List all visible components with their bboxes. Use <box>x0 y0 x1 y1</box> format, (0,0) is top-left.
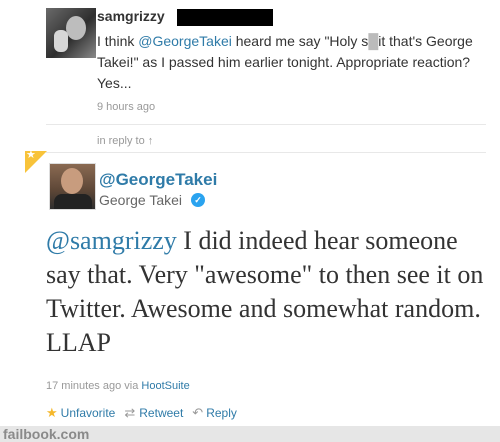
footer-bar: failbook.com <box>0 426 500 442</box>
tweet-text-before: I think <box>97 33 139 49</box>
tweet-time[interactable]: 17 minutes ago <box>46 380 121 392</box>
mention-link[interactable]: @samgrizzy <box>46 226 177 255</box>
unfavorite-label: Unfavorite <box>60 406 116 420</box>
avatar[interactable] <box>46 8 96 58</box>
avatar[interactable] <box>49 163 96 210</box>
screen-name[interactable]: @GeorgeTakei <box>99 170 217 190</box>
reply-icon: ↶ <box>192 405 204 420</box>
avatar-suit <box>54 194 92 209</box>
tweet-text: I think @GeorgeTakei heard me say "Holy … <box>97 31 477 94</box>
divider <box>46 124 486 125</box>
redaction-bar <box>177 9 273 26</box>
full-name: George Takei <box>99 192 183 208</box>
avatar-face <box>66 16 86 40</box>
avatar-head <box>61 168 83 194</box>
timestamp[interactable]: 9 hours ago <box>97 101 155 113</box>
in-reply-to-link[interactable]: in reply to ↑ <box>97 135 153 147</box>
reply-label: Reply <box>206 406 237 420</box>
verified-icon: ✓ <box>191 193 205 207</box>
retweet-label: Retweet <box>139 406 184 420</box>
via-app-link[interactable]: HootSuite <box>141 380 189 392</box>
divider <box>46 152 486 153</box>
retweet-button[interactable]: ⇄ Retweet <box>124 405 183 421</box>
censor-mark: █ <box>368 33 379 49</box>
tweet-actions: ★ Unfavorite ⇄ Retweet ↶ Reply <box>46 405 246 421</box>
tweet-text-mid: heard me say "Holy s <box>231 33 369 49</box>
watermark: failbook.com <box>3 426 90 442</box>
star-icon: ★ <box>46 405 58 420</box>
via-label: via <box>124 380 139 392</box>
original-tweet: samgrizzy I think @GeorgeTakei heard me … <box>0 0 500 126</box>
unfavorite-button[interactable]: ★ Unfavorite <box>46 405 115 421</box>
tweet-text: @samgrizzy I did indeed hear someone say… <box>46 224 496 360</box>
favorited-star-icon: ★ <box>26 149 36 161</box>
mention-link[interactable]: @GeorgeTakei <box>138 33 232 49</box>
retweet-icon: ⇄ <box>124 405 136 420</box>
reply-button[interactable]: ↶ Reply <box>192 405 237 421</box>
username[interactable]: samgrizzy <box>97 8 165 24</box>
tweet-meta: 17 minutes ago via HootSuite <box>46 380 190 392</box>
avatar-hand <box>54 30 68 52</box>
